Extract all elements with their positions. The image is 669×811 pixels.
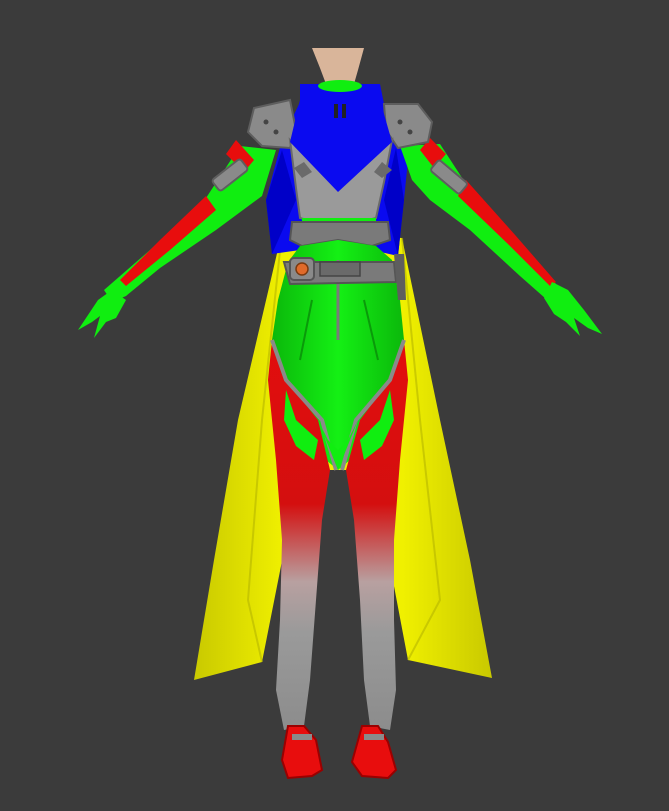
neck xyxy=(312,48,364,84)
character-model xyxy=(78,48,602,780)
right-boot xyxy=(350,725,398,780)
neck-band xyxy=(318,80,362,92)
3d-viewport[interactable] xyxy=(0,0,669,811)
right-arm xyxy=(400,138,602,336)
left-arm xyxy=(78,140,276,338)
left-shoulder-pad xyxy=(246,98,298,150)
left-boot xyxy=(280,725,324,780)
belt-buckle-gem xyxy=(295,262,309,276)
chest-armor xyxy=(288,100,394,230)
